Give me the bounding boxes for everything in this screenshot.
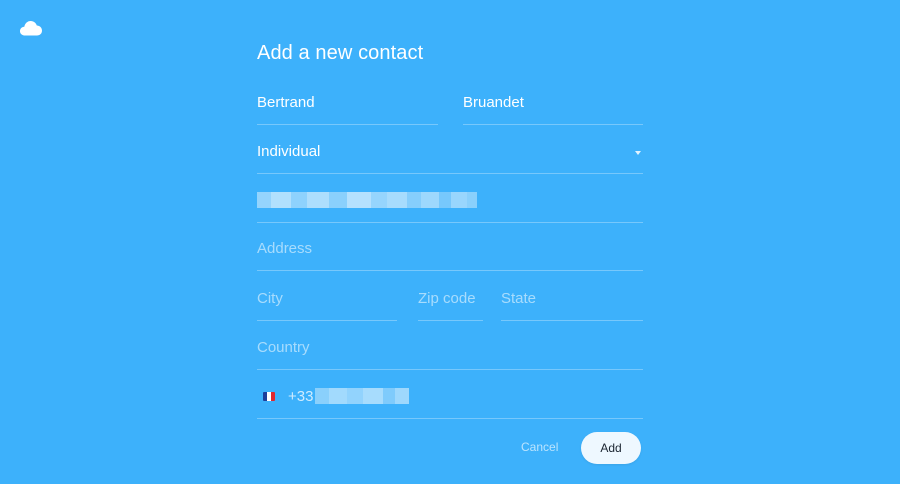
address-field[interactable] <box>257 235 643 271</box>
france-flag-icon[interactable] <box>263 392 275 401</box>
city-field[interactable] <box>257 285 397 321</box>
city-input[interactable] <box>257 290 397 308</box>
last-name-input[interactable] <box>463 94 643 112</box>
app-root: Add a new contact Individual <box>0 0 900 484</box>
cloud-icon[interactable] <box>19 19 43 37</box>
country-input[interactable] <box>257 339 643 357</box>
chevron-down-icon <box>635 151 641 155</box>
zip-code-input[interactable] <box>418 290 483 308</box>
last-name-field[interactable] <box>463 89 643 125</box>
cancel-button[interactable]: Cancel <box>521 440 558 454</box>
state-input[interactable] <box>501 290 643 308</box>
redacted-phone-number <box>315 388 409 404</box>
first-name-input[interactable] <box>257 94 438 112</box>
address-input[interactable] <box>257 240 643 258</box>
phone-country-code: +33 <box>288 388 314 405</box>
country-field[interactable] <box>257 334 643 370</box>
contact-type-select[interactable]: Individual <box>257 138 643 174</box>
redacted-email <box>257 192 477 208</box>
add-button[interactable]: Add <box>581 432 641 464</box>
phone-field[interactable]: +33 <box>257 383 643 419</box>
contact-type-value: Individual <box>257 143 321 160</box>
page-title: Add a new contact <box>257 42 424 64</box>
zip-code-field[interactable] <box>418 285 483 321</box>
email-field[interactable] <box>257 187 643 223</box>
first-name-field[interactable] <box>257 89 438 125</box>
state-field[interactable] <box>501 285 643 321</box>
